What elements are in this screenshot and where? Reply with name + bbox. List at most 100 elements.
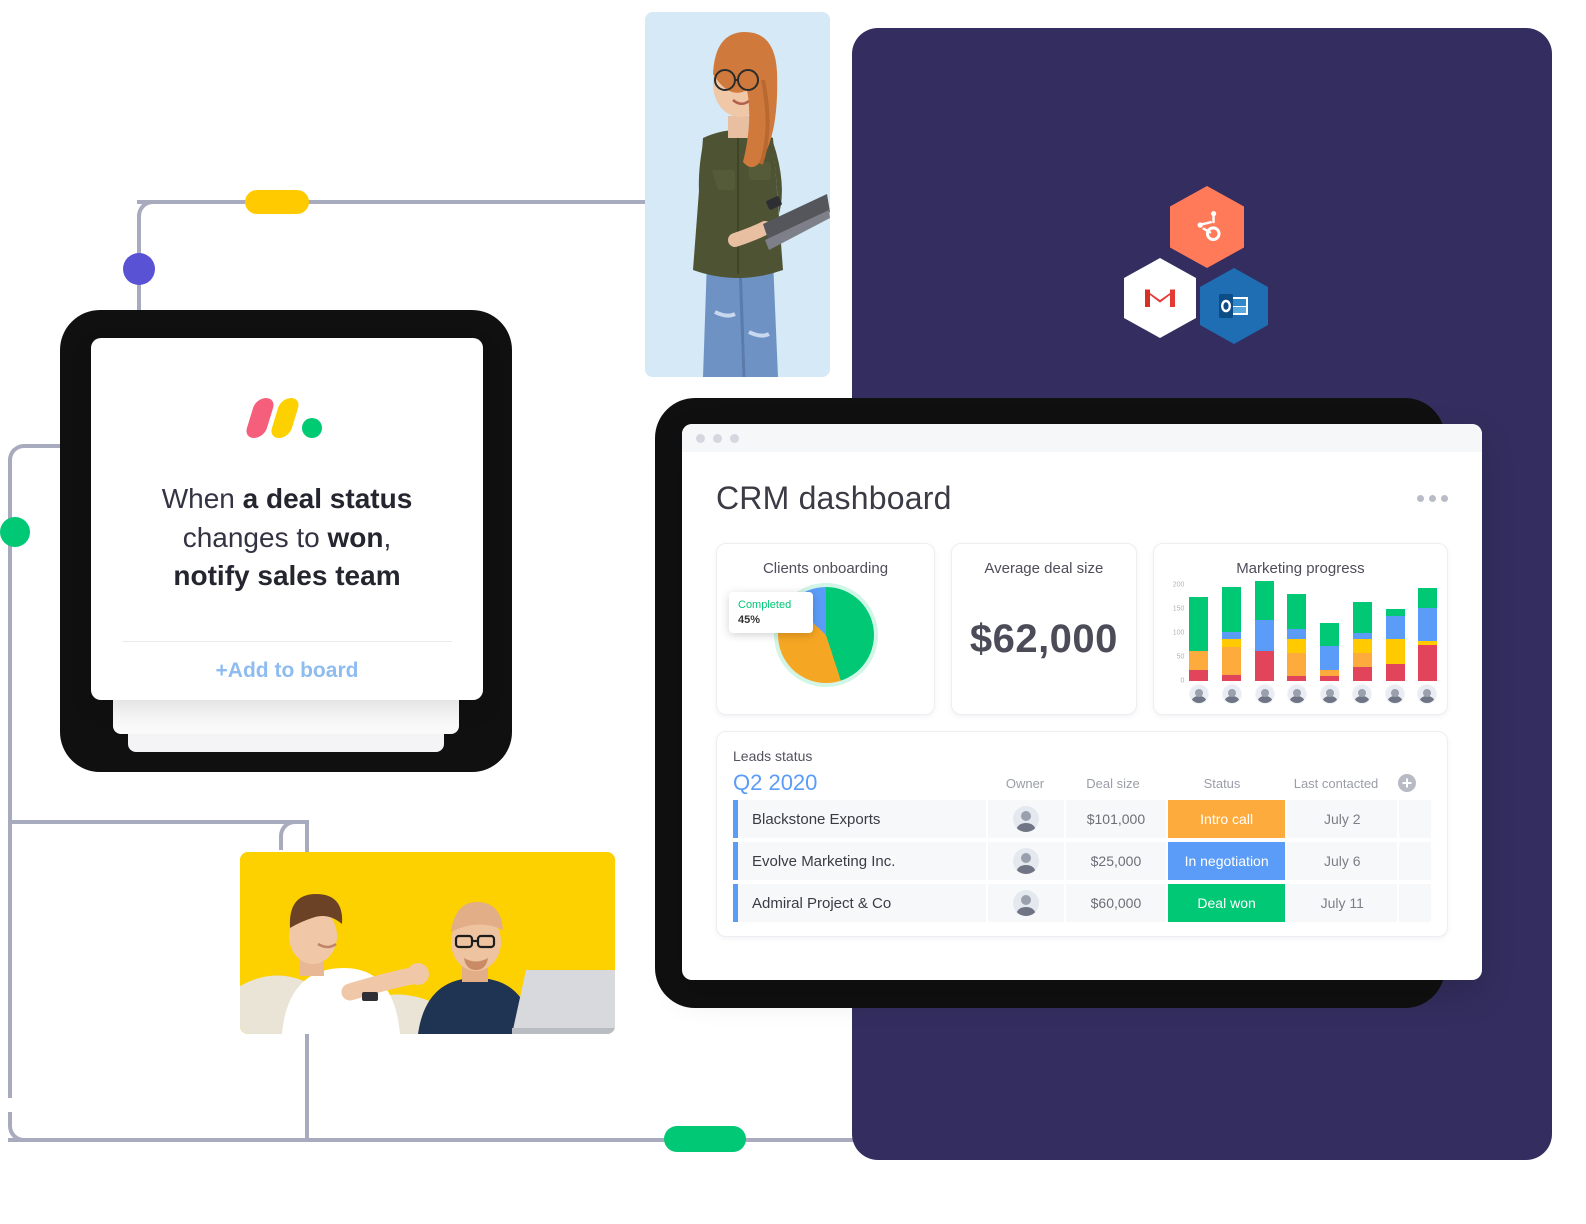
- bar-segment-blue: [1222, 632, 1242, 639]
- overflow-menu-icon[interactable]: [1417, 495, 1448, 502]
- pie-tooltip: Completed 45%: [729, 592, 813, 633]
- bar-segment-red: [1352, 666, 1372, 681]
- average-deal-size-value: $62,000: [969, 617, 1118, 661]
- recipe-line2-plain: changes to: [182, 521, 328, 553]
- automation-recipe-card[interactable]: When a deal status changes to won, notif…: [91, 338, 483, 700]
- connector-line-left-vertical: [8, 458, 12, 1098]
- chart-avatar: [1319, 684, 1340, 704]
- chart-bar[interactable]: [1320, 622, 1340, 681]
- table-row[interactable]: Evolve Marketing Inc. $25,000 In negotiati…: [733, 842, 1431, 880]
- bar-segment-blue: [1254, 619, 1274, 652]
- leads-quarter-label: Q2 2020: [733, 770, 818, 795]
- marketing-progress-title: Marketing progress: [1236, 560, 1365, 577]
- window-titlebar: [682, 424, 1482, 452]
- bar-segment-orange: [1287, 653, 1307, 677]
- lead-last-contacted-cell: July 6: [1287, 842, 1398, 880]
- green-dot-node: [0, 517, 30, 547]
- bar-segment-green: [1385, 609, 1405, 616]
- bar-segment-green: [1254, 581, 1274, 620]
- chart-avatar: [1189, 684, 1210, 704]
- table-row[interactable]: Blackstone Exports $101,000 Intro call July…: [733, 800, 1431, 838]
- page-title: CRM dashboard: [716, 480, 952, 516]
- bar-segment-blue: [1287, 629, 1307, 639]
- illustration-stage: When a deal status changes to won, notif…: [0, 0, 1586, 1224]
- bar-segment-orange: [1352, 653, 1372, 667]
- lead-last-contacted-cell: July 11: [1287, 884, 1398, 922]
- lead-row-tail-cell: [1399, 842, 1431, 880]
- bar-segment-red: [1320, 676, 1340, 681]
- lead-row-tail-cell: [1399, 884, 1431, 922]
- chart-avatar: [1287, 684, 1308, 704]
- chart-x-axis-avatars: [1189, 683, 1438, 705]
- column-header-status: Status: [1203, 775, 1241, 791]
- recipe-line2-bold: won: [327, 521, 384, 553]
- marketing-progress-chart: 0 50 100 150 200: [1161, 581, 1439, 705]
- average-deal-size-card: Average deal size $62,000: [951, 543, 1137, 715]
- leads-table-body: Blackstone Exports $101,000 Intro call July…: [733, 800, 1431, 922]
- bar-segment-blue: [1418, 607, 1438, 642]
- connector-line-men-photo-top: [8, 820, 298, 824]
- chart-bar[interactable]: [1254, 581, 1274, 681]
- lead-name-cell: Admiral Project & Co: [733, 884, 987, 922]
- y-axis-tick: 150: [1172, 605, 1185, 613]
- chart-bar[interactable]: [1287, 594, 1307, 681]
- lead-row-tail-cell: [1399, 800, 1431, 838]
- bar-segment-red: [1254, 651, 1274, 681]
- traffic-light-minimize[interactable]: [713, 433, 722, 443]
- add-column-button[interactable]: [1391, 774, 1423, 792]
- marketing-progress-card: Marketing progress 0 50 100 150 200: [1152, 543, 1448, 715]
- bar-segment-red: [1189, 670, 1209, 681]
- clients-onboarding-title: Clients onboarding: [762, 560, 889, 577]
- metric-cards-row: Clients onboarding Completed 45% Average…: [682, 517, 1482, 715]
- lead-last-contacted-cell: July 2: [1287, 800, 1398, 838]
- y-axis-tick: 0: [1180, 677, 1185, 685]
- pie-tooltip-label: Completed: [738, 599, 792, 611]
- bar-segment-red: [1287, 676, 1307, 681]
- chart-bar[interactable]: [1352, 601, 1372, 681]
- leads-status-card: Leads status Q2 2020 Owner Deal size Sta…: [716, 731, 1448, 937]
- y-axis-tick: 100: [1172, 629, 1185, 637]
- leads-table-header: Q2 2020 Owner Deal size Status Last cont…: [733, 770, 1431, 796]
- traffic-light-close[interactable]: [696, 433, 705, 443]
- bar-segment-blue: [1320, 645, 1340, 671]
- recipe-line3-bold: notify sales team: [173, 560, 401, 592]
- bar-segment-green: [1189, 597, 1209, 652]
- column-header-deal-size: Deal size: [1086, 775, 1140, 791]
- crm-dashboard-window: CRM dashboard Clients onboarding Complet…: [682, 424, 1482, 980]
- monday-logo: [243, 396, 324, 438]
- chart-plot-area: [1189, 581, 1438, 681]
- bar-segment-orange: [1189, 651, 1209, 671]
- avatar: [1013, 848, 1040, 874]
- chart-bar[interactable]: [1189, 597, 1209, 681]
- bar-segment-green: [1287, 594, 1307, 630]
- bar-segment-orange: [1222, 647, 1242, 676]
- lead-owner-cell[interactable]: [988, 842, 1065, 880]
- chart-avatar: [1417, 684, 1438, 704]
- bar-segment-blue: [1385, 615, 1405, 639]
- bar-segment-green: [1418, 588, 1438, 608]
- plus-circle-icon[interactable]: [1398, 774, 1416, 792]
- leads-status-label: Leads status: [733, 748, 813, 764]
- bar-segment-green: [1222, 587, 1242, 633]
- status-badge[interactable]: In negotiation: [1167, 842, 1286, 880]
- connector-corner-bottom-left: [8, 1112, 38, 1142]
- lead-owner-cell[interactable]: [988, 884, 1065, 922]
- chart-bar[interactable]: [1418, 588, 1438, 681]
- lead-owner-cell[interactable]: [988, 800, 1065, 838]
- table-row[interactable]: Admiral Project & Co $60,000 Deal won July …: [733, 884, 1431, 922]
- photo-woman-with-laptop: [645, 12, 830, 377]
- status-badge[interactable]: Intro call: [1167, 800, 1286, 838]
- y-axis-tick: 200: [1172, 581, 1185, 589]
- chart-bar[interactable]: [1222, 587, 1242, 681]
- purple-dot-node: [123, 253, 155, 285]
- traffic-light-maximize[interactable]: [730, 433, 739, 443]
- clients-onboarding-card: Clients onboarding Completed 45%: [716, 543, 935, 715]
- chart-bar[interactable]: [1385, 609, 1405, 681]
- add-to-board-button[interactable]: +Add to board: [91, 642, 483, 700]
- status-badge[interactable]: Deal won: [1167, 884, 1286, 922]
- average-deal-size-title: Average deal size: [984, 560, 1104, 577]
- automation-recipe-text: When a deal status changes to won, notif…: [122, 480, 452, 596]
- connector-corner-men-photo: [279, 820, 309, 850]
- recipe-line2-tail: ,: [383, 521, 392, 553]
- chart-avatar: [1254, 684, 1275, 704]
